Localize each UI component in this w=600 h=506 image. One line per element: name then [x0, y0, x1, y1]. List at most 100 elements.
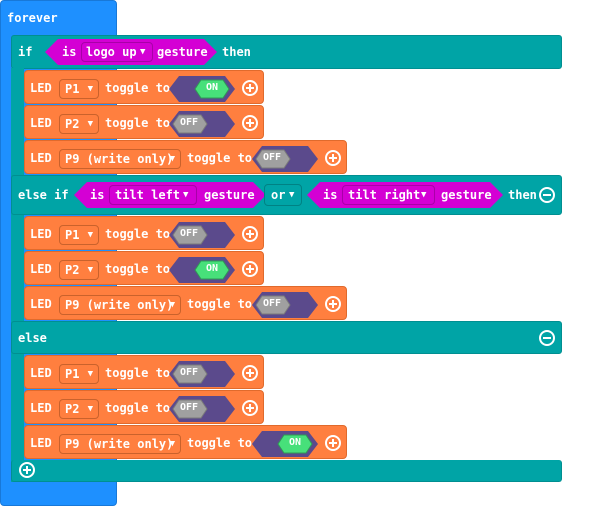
toggle-state-label: ON — [206, 82, 219, 93]
toggle-switch-off[interactable]: OFF — [169, 361, 235, 387]
led-label: LED — [30, 81, 52, 95]
minus-icon[interactable] — [539, 187, 555, 203]
led-statement[interactable]: LED P2 ▼ toggle to OFF — [24, 390, 264, 424]
chevron-down-icon: ▼ — [87, 84, 93, 94]
pin-value: P1 — [65, 367, 80, 381]
gesture-dropdown-value: logo up — [86, 45, 137, 59]
toggle-shape — [252, 431, 318, 457]
then-label: then — [508, 188, 537, 202]
gesture-dropdown[interactable]: logo up ▼ — [81, 42, 153, 62]
pin-value: P9 (write only) — [65, 437, 174, 451]
else-if-header[interactable]: else if is tilt left ▼ gesture or ▼ is t… — [11, 175, 562, 215]
pin-value: P1 — [65, 82, 80, 96]
toggle-state-label: OFF — [180, 402, 199, 413]
pin-dropdown[interactable]: P2 ▼ — [59, 260, 99, 280]
toggle-switch-on[interactable]: ON — [169, 76, 235, 102]
else-header[interactable]: else — [11, 321, 562, 354]
led-label: LED — [30, 366, 52, 380]
pin-dropdown[interactable]: P9 (write only) ▼ — [59, 295, 181, 315]
led-statement[interactable]: LED P9 (write only) ▼ toggle to OFF — [24, 286, 347, 320]
led-label: LED — [30, 401, 52, 415]
plus-icon[interactable] — [242, 115, 258, 131]
plus-icon[interactable] — [325, 150, 341, 166]
chevron-down-icon: ▼ — [87, 265, 93, 275]
led-label: LED — [30, 436, 52, 450]
pin-dropdown[interactable]: P9 (write only) ▼ — [59, 149, 181, 169]
toggle-shape — [169, 257, 235, 283]
plus-icon[interactable] — [19, 462, 35, 478]
toggle-switch-off[interactable]: OFF — [252, 146, 318, 172]
chevron-down-icon: ▼ — [169, 154, 175, 164]
else-if-label: else if — [18, 188, 69, 202]
pin-dropdown[interactable]: P1 ▼ — [59, 225, 99, 245]
chevron-down-icon: ▼ — [169, 300, 175, 310]
toggle-switch-off[interactable]: OFF — [252, 292, 318, 318]
toggle-label: toggle to — [105, 366, 171, 380]
led-statement[interactable]: LED P2 ▼ toggle to OFF — [24, 105, 264, 139]
led-statement[interactable]: LED P9 (write only) ▼ toggle to ON — [24, 425, 347, 459]
gesture-dropdown[interactable]: tilt right ▼ — [342, 185, 435, 205]
led-statement[interactable]: LED P1 ▼ toggle to ON — [24, 70, 264, 104]
led-label: LED — [30, 227, 52, 241]
led-label: LED — [30, 151, 52, 165]
then-label: then — [222, 45, 251, 59]
chevron-down-icon: ▼ — [87, 404, 93, 414]
if-header[interactable]: if is logo up ▼ gesture then — [11, 35, 562, 69]
pin-dropdown[interactable]: P2 ▼ — [59, 399, 99, 419]
chevron-down-icon: ▼ — [87, 369, 93, 379]
plus-icon[interactable] — [325, 435, 341, 451]
pin-value: P2 — [65, 117, 80, 131]
led-statement[interactable]: LED P9 (write only) ▼ toggle to OFF — [24, 140, 347, 174]
toggle-label: toggle to — [105, 401, 171, 415]
gesture-label: gesture — [441, 188, 492, 202]
toggle-switch-off[interactable]: OFF — [169, 222, 235, 248]
toggle-switch-on[interactable]: ON — [252, 431, 318, 457]
plus-icon[interactable] — [242, 261, 258, 277]
pin-dropdown[interactable]: P9 (write only) ▼ — [59, 434, 181, 454]
gesture-dropdown[interactable]: tilt left ▼ — [109, 185, 197, 205]
toggle-state-label: ON — [289, 437, 302, 448]
plus-icon[interactable] — [325, 296, 341, 312]
if-block-spine — [11, 68, 24, 482]
else-label: else — [18, 331, 47, 345]
chevron-down-icon: ▼ — [421, 190, 427, 200]
pin-value: P1 — [65, 228, 80, 242]
gesture-condition-tilt-left[interactable]: is tilt left ▼ gesture — [74, 182, 266, 208]
forever-label: forever — [7, 11, 58, 25]
pin-dropdown[interactable]: P2 ▼ — [59, 114, 99, 134]
pin-dropdown[interactable]: P1 ▼ — [59, 364, 99, 384]
toggle-label: toggle to — [187, 297, 253, 311]
plus-icon[interactable] — [242, 226, 258, 242]
minus-icon[interactable] — [539, 330, 555, 346]
if-block-footer[interactable] — [11, 460, 562, 482]
toggle-state-label: OFF — [180, 367, 199, 378]
toggle-label: toggle to — [105, 116, 171, 130]
toggle-switch-on[interactable]: ON — [169, 257, 235, 283]
chevron-down-icon: ▼ — [289, 190, 295, 200]
or-dropdown[interactable]: or ▼ — [264, 184, 302, 206]
chevron-down-icon: ▼ — [140, 47, 146, 57]
pin-value: P2 — [65, 263, 80, 277]
gesture-condition-logo-up[interactable]: is logo up ▼ gesture — [45, 39, 217, 65]
plus-icon[interactable] — [242, 400, 258, 416]
pin-value: P2 — [65, 402, 80, 416]
plus-icon[interactable] — [242, 365, 258, 381]
toggle-label: toggle to — [105, 227, 171, 241]
toggle-label: toggle to — [187, 151, 253, 165]
gesture-is-label: is — [62, 45, 77, 59]
pin-value: P9 (write only) — [65, 152, 174, 166]
plus-icon[interactable] — [242, 80, 258, 96]
led-statement[interactable]: LED P2 ▼ toggle to ON — [24, 251, 264, 285]
led-statement[interactable]: LED P1 ▼ toggle to OFF — [24, 355, 264, 389]
pin-dropdown[interactable]: P1 ▼ — [59, 79, 99, 99]
gesture-label: gesture — [157, 45, 208, 59]
led-statement[interactable]: LED P1 ▼ toggle to OFF — [24, 216, 264, 250]
toggle-switch-off[interactable]: OFF — [169, 111, 235, 137]
gesture-condition-tilt-right[interactable]: is tilt right ▼ gesture — [307, 182, 503, 208]
toggle-state-label: OFF — [180, 117, 199, 128]
or-label: or — [271, 188, 286, 202]
toggle-shape — [169, 396, 235, 422]
chevron-down-icon: ▼ — [169, 439, 175, 449]
chevron-down-icon: ▼ — [87, 230, 93, 240]
toggle-switch-off[interactable]: OFF — [169, 396, 235, 422]
